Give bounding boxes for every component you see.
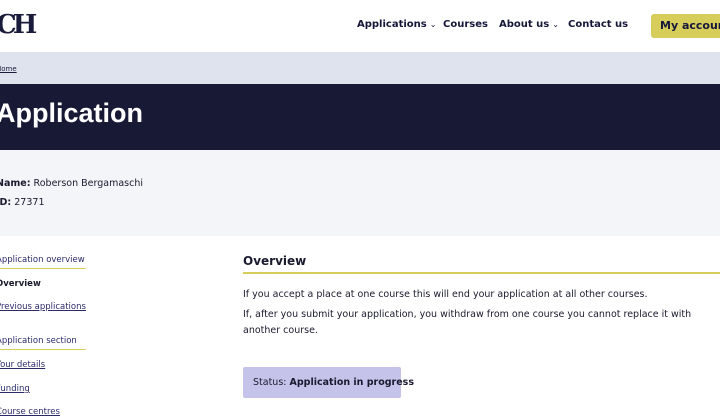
nav-courses[interactable]: Courses (443, 19, 488, 30)
overview-paragraph-1: If you accept a place at one course this… (243, 289, 648, 300)
applicant-id-value: 27371 (14, 197, 45, 208)
nav-courses-label: Courses (443, 19, 488, 30)
sidebar-item-course-centres[interactable]: Course centres (0, 407, 60, 417)
chevron-down-icon: ⌄ (552, 20, 559, 29)
status-badge: Status: Application in progress (243, 367, 414, 398)
my-account-button[interactable]: My account (651, 14, 720, 38)
sidebar-item-previous-applications[interactable]: Previous applications (0, 302, 86, 312)
breadcrumb: Home (0, 52, 720, 84)
applicant-name: Name: Roberson Bergamaschi (0, 178, 143, 189)
nav-applications-label: Applications (357, 19, 427, 30)
page-title: Application (0, 98, 143, 128)
sidebar-item-funding[interactable]: Funding (0, 384, 30, 394)
status-label: Status: (253, 377, 287, 388)
sidebar-application-overview[interactable]: Application overview (0, 255, 86, 269)
overview-paragraph-2: If, after you submit your application, y… (243, 309, 692, 336)
applicant-name-value: Roberson Bergamaschi (33, 178, 143, 189)
applicant-info: Name: Roberson Bergamaschi ID: 27371 (0, 150, 720, 236)
site-logo[interactable]: CH (0, 10, 37, 40)
nav-contact-us-label: Contact us (568, 19, 629, 30)
nav-about-us-label: About us (499, 19, 550, 30)
applicant-name-label: Name: (0, 178, 31, 189)
chevron-down-icon: ⌄ (429, 20, 437, 29)
page-hero: Application (0, 84, 720, 150)
site-header: CH Applications ⌄ Courses About us ⌄ Conta… (0, 0, 720, 52)
breadcrumb-home-link[interactable]: Home (0, 65, 17, 73)
sidebar-item-overview[interactable]: Overview (0, 279, 41, 289)
sidebar-application-section[interactable]: Application section (0, 336, 86, 350)
sidebar-item-your-details[interactable]: Your details (0, 360, 45, 370)
applicant-id: ID: 27371 (0, 197, 45, 208)
nav-applications[interactable]: Applications ⌄ (357, 19, 436, 30)
nav-about-us[interactable]: About us ⌄ (499, 19, 559, 30)
section-divider (243, 272, 720, 274)
applicant-id-label: ID: (0, 197, 12, 208)
status-value: Application in progress (289, 377, 414, 388)
section-title: Overview (243, 254, 307, 268)
nav-contact-us[interactable]: Contact us (568, 19, 628, 30)
